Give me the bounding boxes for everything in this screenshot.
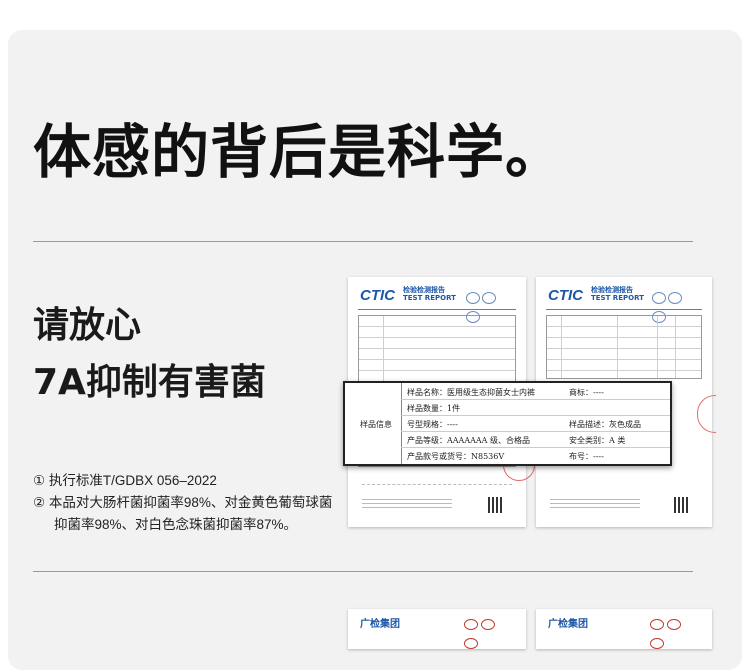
report-title: 检验检测报告 TEST REPORT (591, 286, 644, 302)
sample-quantity: 样品数量：1件 (407, 404, 461, 413)
results-table (546, 315, 702, 379)
section-title-line1: 请放心 (33, 305, 142, 346)
section-title-line2: 7A抑制有害菌 (33, 362, 266, 403)
sample-info-label: 样品信息 (345, 383, 402, 464)
ctic-logo: CTIC (360, 287, 395, 304)
standard-note: ① 执行标准T/GDBX 056–2022 (33, 473, 217, 488)
product-grade: 产品等级：AAAAAAA 级、合格品 (407, 436, 530, 445)
gttc-report-page-2: 广检集团 (536, 609, 712, 649)
footer-text (550, 499, 640, 511)
antibacterial-note: ② 本品对大肠杆菌抑菌率98%、对金黄色葡萄球菌 (33, 495, 333, 510)
divider-top (33, 241, 693, 242)
antibacterial-note-cont: 抑菌率98%、对白色念珠菌抑菌率87%。 (54, 517, 298, 532)
report-title: 检验检测报告 TEST REPORT (403, 286, 456, 302)
header-rule (358, 309, 516, 310)
article-number: 产品款号或货号：N8536V (407, 452, 505, 461)
signature-row (362, 472, 512, 485)
qr-code-icon (488, 497, 504, 513)
sample-name: 样品名称：医用级生态抑菌女士内裤 (407, 388, 535, 397)
ctic-logo: CTIC (548, 287, 583, 304)
red-seal-icon (697, 395, 716, 433)
footer-text (362, 499, 452, 511)
fabric-number: 布号：---- (569, 452, 604, 461)
model-spec: 号型规格：---- (407, 420, 458, 429)
header-rule (546, 309, 702, 310)
sample-description: 样品描述：灰色成品 (569, 420, 641, 429)
safety-category: 安全类别：A 类 (569, 436, 626, 445)
accreditation-marks-icon (466, 289, 512, 323)
gttc-logo: 广检集团 (548, 619, 588, 630)
gttc-report-page-1: 广检集团 (348, 609, 526, 649)
sample-info-zoom: 样品信息 样品名称：医用级生态抑菌女士内裤 商标：---- 样品数量：1件 号型… (343, 381, 672, 466)
trademark: 商标：---- (569, 388, 604, 397)
page-headline: 体感的背后是科学。 (33, 118, 565, 186)
next-section-title (33, 625, 73, 645)
divider-bottom (33, 571, 693, 572)
accreditation-marks-icon (650, 615, 700, 649)
gttc-logo: 广检集团 (360, 619, 400, 630)
accreditation-marks-icon (464, 615, 514, 649)
accreditation-marks-icon (652, 289, 698, 323)
qr-code-icon (674, 497, 690, 513)
